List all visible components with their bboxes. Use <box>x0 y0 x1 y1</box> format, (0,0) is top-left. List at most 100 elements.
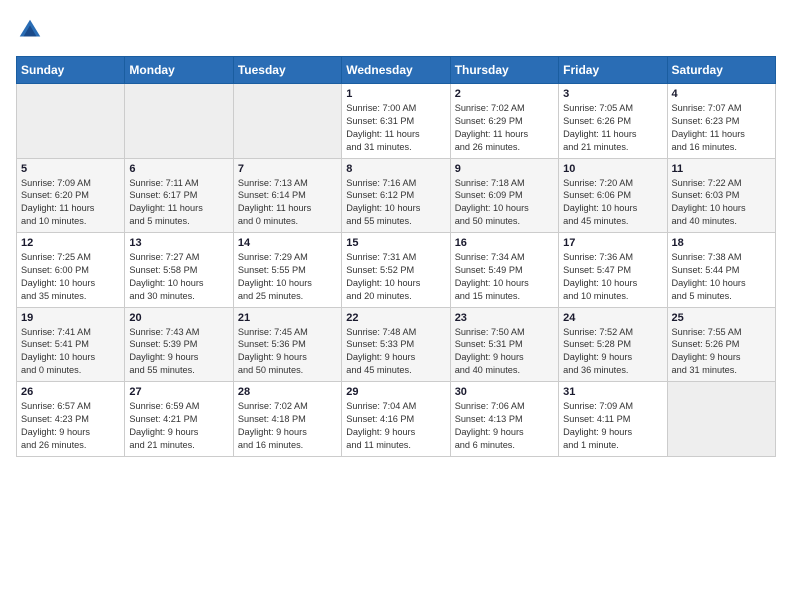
calendar-cell: 14Sunrise: 7:29 AM Sunset: 5:55 PM Dayli… <box>233 233 341 308</box>
day-info: Sunrise: 7:00 AM Sunset: 6:31 PM Dayligh… <box>346 102 445 154</box>
day-info: Sunrise: 7:09 AM Sunset: 6:20 PM Dayligh… <box>21 177 120 229</box>
weekday-header-tuesday: Tuesday <box>233 57 341 84</box>
calendar-cell: 12Sunrise: 7:25 AM Sunset: 6:00 PM Dayli… <box>17 233 125 308</box>
calendar-cell: 22 Sunrise: 7:48 AM Sunset: 5:33 PM Dayli… <box>342 307 450 382</box>
weekday-header-saturday: Saturday <box>667 57 775 84</box>
day-number: 20 <box>129 312 228 324</box>
day-info: Sunrise: 7:52 AM Sunset: 5:28 PM Dayligh… <box>563 326 662 378</box>
calendar-cell: 26Sunrise: 6:57 AM Sunset: 4:23 PM Dayli… <box>17 382 125 457</box>
calendar-cell: 2 Sunrise: 7:02 AM Sunset: 6:29 PM Daylig… <box>450 84 558 159</box>
weekday-header-thursday: Thursday <box>450 57 558 84</box>
day-number: 16 <box>455 237 554 249</box>
weekday-header-row: SundayMondayTuesdayWednesdayThursdayFrid… <box>17 57 776 84</box>
day-number: 4 <box>672 88 771 100</box>
calendar-cell: 3Sunrise: 7:05 AM Sunset: 6:26 PM Daylig… <box>559 84 667 159</box>
day-number: 31 <box>563 386 662 398</box>
calendar-cell: 20 Sunrise: 7:43 AM Sunset: 5:39 PM Dayli… <box>125 307 233 382</box>
day-number: 21 <box>238 312 337 324</box>
calendar-week-2: 5 Sunrise: 7:09 AM Sunset: 6:20 PM Daylig… <box>17 158 776 233</box>
day-number: 2 <box>455 88 554 100</box>
day-number: 26 <box>21 386 120 398</box>
day-info: Sunrise: 7:43 AM Sunset: 5:39 PM Dayligh… <box>129 326 228 378</box>
day-number: 23 <box>455 312 554 324</box>
day-number: 18 <box>672 237 771 249</box>
calendar-week-1: 1 Sunrise: 7:00 AM Sunset: 6:31 PM Daylig… <box>17 84 776 159</box>
day-number: 15 <box>346 237 445 249</box>
calendar-body: 1 Sunrise: 7:00 AM Sunset: 6:31 PM Daylig… <box>17 84 776 457</box>
calendar-cell: 25Sunrise: 7:55 AM Sunset: 5:26 PM Dayli… <box>667 307 775 382</box>
calendar-cell: 30 Sunrise: 7:06 AM Sunset: 4:13 PM Dayli… <box>450 382 558 457</box>
day-info: Sunrise: 7:48 AM Sunset: 5:33 PM Dayligh… <box>346 326 445 378</box>
calendar-cell: 11Sunrise: 7:22 AM Sunset: 6:03 PM Dayli… <box>667 158 775 233</box>
day-info: Sunrise: 7:11 AM Sunset: 6:17 PM Dayligh… <box>129 177 228 229</box>
calendar-cell: 29 Sunrise: 7:04 AM Sunset: 4:16 PM Dayli… <box>342 382 450 457</box>
calendar-cell: 17Sunrise: 7:36 AM Sunset: 5:47 PM Dayli… <box>559 233 667 308</box>
calendar-cell: 21 Sunrise: 7:45 AM Sunset: 5:36 PM Dayli… <box>233 307 341 382</box>
day-number: 9 <box>455 163 554 175</box>
calendar-cell: 9Sunrise: 7:18 AM Sunset: 6:09 PM Daylig… <box>450 158 558 233</box>
day-info: Sunrise: 7:16 AM Sunset: 6:12 PM Dayligh… <box>346 177 445 229</box>
calendar-cell: 5 Sunrise: 7:09 AM Sunset: 6:20 PM Daylig… <box>17 158 125 233</box>
calendar-cell: 8Sunrise: 7:16 AM Sunset: 6:12 PM Daylig… <box>342 158 450 233</box>
day-info: Sunrise: 7:04 AM Sunset: 4:16 PM Dayligh… <box>346 400 445 452</box>
day-info: Sunrise: 7:34 AM Sunset: 5:49 PM Dayligh… <box>455 251 554 303</box>
calendar-week-5: 26Sunrise: 6:57 AM Sunset: 4:23 PM Dayli… <box>17 382 776 457</box>
day-info: Sunrise: 7:22 AM Sunset: 6:03 PM Dayligh… <box>672 177 771 229</box>
day-number: 1 <box>346 88 445 100</box>
day-info: Sunrise: 7:36 AM Sunset: 5:47 PM Dayligh… <box>563 251 662 303</box>
calendar-cell: 10 Sunrise: 7:20 AM Sunset: 6:06 PM Dayli… <box>559 158 667 233</box>
day-info: Sunrise: 7:29 AM Sunset: 5:55 PM Dayligh… <box>238 251 337 303</box>
day-info: Sunrise: 7:07 AM Sunset: 6:23 PM Dayligh… <box>672 102 771 154</box>
day-number: 24 <box>563 312 662 324</box>
calendar-cell: 28 Sunrise: 7:02 AM Sunset: 4:18 PM Dayli… <box>233 382 341 457</box>
calendar-cell: 1 Sunrise: 7:00 AM Sunset: 6:31 PM Daylig… <box>342 84 450 159</box>
day-info: Sunrise: 7:20 AM Sunset: 6:06 PM Dayligh… <box>563 177 662 229</box>
day-number: 5 <box>21 163 120 175</box>
calendar-cell: 13Sunrise: 7:27 AM Sunset: 5:58 PM Dayli… <box>125 233 233 308</box>
calendar-cell: 19 Sunrise: 7:41 AM Sunset: 5:41 PM Dayli… <box>17 307 125 382</box>
day-number: 3 <box>563 88 662 100</box>
day-number: 10 <box>563 163 662 175</box>
day-number: 6 <box>129 163 228 175</box>
weekday-header-wednesday: Wednesday <box>342 57 450 84</box>
calendar-cell: 23 Sunrise: 7:50 AM Sunset: 5:31 PM Dayli… <box>450 307 558 382</box>
day-info: Sunrise: 7:02 AM Sunset: 6:29 PM Dayligh… <box>455 102 554 154</box>
calendar-cell <box>17 84 125 159</box>
calendar-cell: 15 Sunrise: 7:31 AM Sunset: 5:52 PM Dayli… <box>342 233 450 308</box>
day-info: Sunrise: 7:38 AM Sunset: 5:44 PM Dayligh… <box>672 251 771 303</box>
day-number: 25 <box>672 312 771 324</box>
day-info: Sunrise: 7:13 AM Sunset: 6:14 PM Dayligh… <box>238 177 337 229</box>
logo-icon <box>16 16 44 44</box>
day-info: Sunrise: 7:45 AM Sunset: 5:36 PM Dayligh… <box>238 326 337 378</box>
day-number: 29 <box>346 386 445 398</box>
calendar-cell: 18 Sunrise: 7:38 AM Sunset: 5:44 PM Dayli… <box>667 233 775 308</box>
calendar-table: SundayMondayTuesdayWednesdayThursdayFrid… <box>16 56 776 457</box>
day-info: Sunrise: 6:59 AM Sunset: 4:21 PM Dayligh… <box>129 400 228 452</box>
day-info: Sunrise: 7:41 AM Sunset: 5:41 PM Dayligh… <box>21 326 120 378</box>
calendar-cell: 4 Sunrise: 7:07 AM Sunset: 6:23 PM Daylig… <box>667 84 775 159</box>
day-number: 27 <box>129 386 228 398</box>
weekday-header-sunday: Sunday <box>17 57 125 84</box>
calendar-cell <box>667 382 775 457</box>
day-info: Sunrise: 7:27 AM Sunset: 5:58 PM Dayligh… <box>129 251 228 303</box>
day-number: 22 <box>346 312 445 324</box>
calendar-cell <box>233 84 341 159</box>
calendar-header: SundayMondayTuesdayWednesdayThursdayFrid… <box>17 57 776 84</box>
day-info: Sunrise: 7:02 AM Sunset: 4:18 PM Dayligh… <box>238 400 337 452</box>
day-number: 30 <box>455 386 554 398</box>
weekday-header-friday: Friday <box>559 57 667 84</box>
calendar-week-3: 12Sunrise: 7:25 AM Sunset: 6:00 PM Dayli… <box>17 233 776 308</box>
calendar-cell: 7 Sunrise: 7:13 AM Sunset: 6:14 PM Daylig… <box>233 158 341 233</box>
day-number: 19 <box>21 312 120 324</box>
calendar-cell: 31Sunrise: 7:09 AM Sunset: 4:11 PM Dayli… <box>559 382 667 457</box>
day-number: 7 <box>238 163 337 175</box>
logo <box>16 16 48 44</box>
day-number: 28 <box>238 386 337 398</box>
day-info: Sunrise: 7:31 AM Sunset: 5:52 PM Dayligh… <box>346 251 445 303</box>
day-info: Sunrise: 7:06 AM Sunset: 4:13 PM Dayligh… <box>455 400 554 452</box>
calendar-cell: 16 Sunrise: 7:34 AM Sunset: 5:49 PM Dayli… <box>450 233 558 308</box>
calendar-cell: 6 Sunrise: 7:11 AM Sunset: 6:17 PM Daylig… <box>125 158 233 233</box>
calendar-cell <box>125 84 233 159</box>
day-info: Sunrise: 7:50 AM Sunset: 5:31 PM Dayligh… <box>455 326 554 378</box>
calendar-cell: 24 Sunrise: 7:52 AM Sunset: 5:28 PM Dayli… <box>559 307 667 382</box>
